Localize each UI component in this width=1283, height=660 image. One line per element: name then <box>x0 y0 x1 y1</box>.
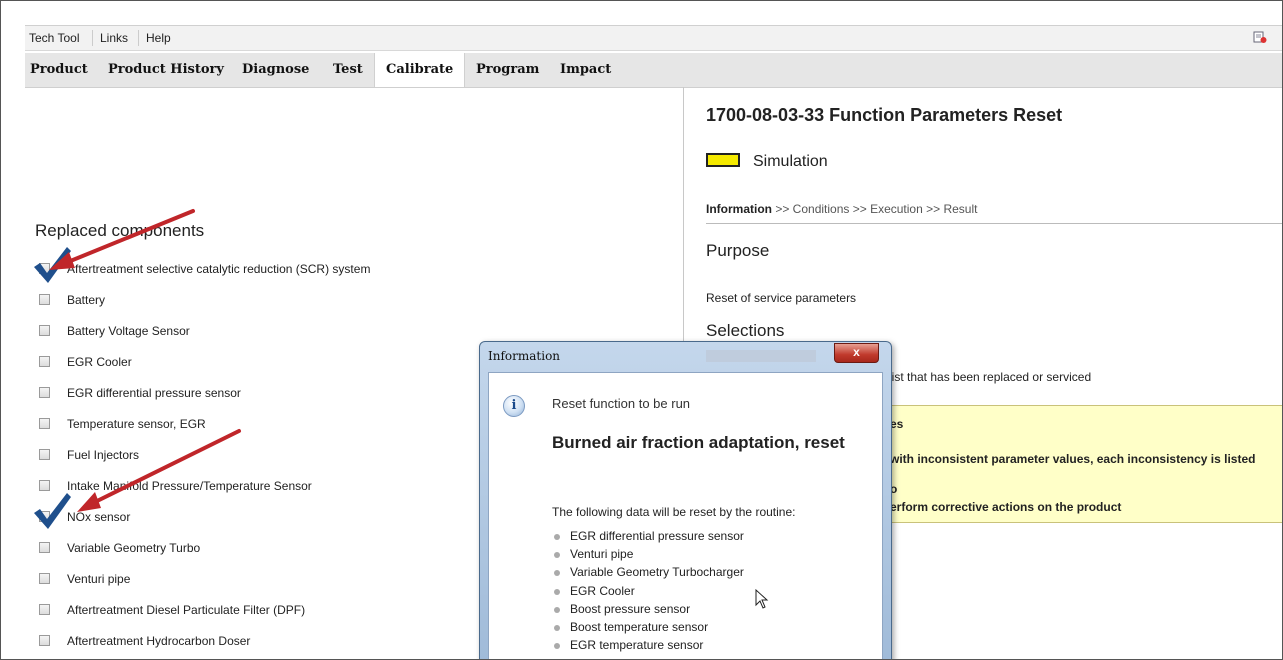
bullet-icon <box>554 570 560 577</box>
list-item: Variable Geometry Turbocharger <box>552 565 744 583</box>
step-current: Information <box>706 202 772 216</box>
component-label: EGR differential pressure sensor <box>67 386 241 400</box>
list-item-label: Venturi pipe <box>570 547 634 562</box>
reset-data-list: EGR differential pressure sensor Venturi… <box>552 529 744 656</box>
list-item-label: Boost pressure sensor <box>570 601 691 616</box>
step-breadcrumb: Information >> Conditions >> Execution >… <box>706 202 977 216</box>
notice-line: es <box>890 417 904 431</box>
close-icon[interactable]: x <box>834 343 879 363</box>
dialog-title: Information <box>488 349 561 363</box>
bullet-icon <box>554 534 560 540</box>
menu-help[interactable]: Help <box>146 31 171 45</box>
component-label: Aftertreatment Diesel Particulate Filter… <box>67 603 306 617</box>
menu-bar: Tech Tool Links Help To <box>25 25 1282 51</box>
list-item: Boost temperature sensor <box>552 620 744 638</box>
component-checkbox[interactable] <box>39 480 50 491</box>
list-item: EGR differential pressure sensor <box>552 529 744 547</box>
list-item: Boost pressure sensor <box>552 602 744 620</box>
list-item-label: EGR Cooler <box>570 583 635 598</box>
dialog-body: i Reset function to be run Burned air fr… <box>488 372 883 659</box>
list-item-label: EGR temperature sensor <box>570 638 704 653</box>
component-checkbox[interactable] <box>39 356 50 367</box>
notice-line: erform corrective actions on the product <box>890 500 1122 514</box>
list-item[interactable]: Battery Voltage Sensor <box>39 323 639 343</box>
tab-calibrate[interactable]: Calibrate <box>374 53 466 87</box>
dialog-subtitle: Reset function to be run <box>552 396 691 411</box>
notification-icon[interactable] <box>1253 30 1267 44</box>
component-label: Battery Voltage Sensor <box>67 324 190 338</box>
component-checkbox[interactable] <box>39 294 50 305</box>
list-item: EGR Cooler <box>552 584 744 602</box>
notice-box: es with inconsistent parameter values, e… <box>885 405 1282 523</box>
component-checkbox[interactable] <box>39 542 50 553</box>
purpose-heading: Purpose <box>706 241 770 260</box>
bullet-icon <box>554 624 560 631</box>
component-label: EGR Cooler <box>67 355 132 369</box>
list-item-label: EGR differential pressure sensor <box>570 529 744 543</box>
tab-product[interactable]: Product <box>19 53 99 87</box>
notice-line: with inconsistent parameter values, each… <box>890 452 1256 466</box>
bullet-icon <box>554 643 560 650</box>
bullet-icon <box>554 606 560 613</box>
bullet-icon <box>554 588 560 595</box>
component-label: Battery <box>67 293 106 307</box>
list-item-label: Variable Geometry Turbocharger <box>570 565 744 580</box>
menu-separator <box>138 30 139 46</box>
component-checkbox[interactable] <box>39 573 50 584</box>
annotation-arrow <box>77 429 241 512</box>
component-checkbox[interactable] <box>39 604 50 615</box>
simulation-indicator <box>706 153 740 167</box>
component-checkbox[interactable] <box>39 635 50 646</box>
menu-separator <box>92 30 93 46</box>
component-checkbox[interactable] <box>39 449 50 460</box>
selections-heading: Selections <box>706 321 785 340</box>
menu-links[interactable]: Links <box>100 31 128 45</box>
step-rest: >> Conditions >> Execution >> Result <box>772 202 978 216</box>
mouse-cursor-icon <box>755 589 769 609</box>
tab-diagnose[interactable]: Diagnose <box>231 53 320 87</box>
purpose-text: Reset of service parameters <box>706 291 857 305</box>
component-checkbox[interactable] <box>39 325 50 336</box>
component-label: Aftertreatment Hydrocarbon Doser <box>67 634 251 648</box>
tab-product-history[interactable]: Product History <box>97 53 235 87</box>
main-tab-bar: Product Product History Diagnose Test Ca… <box>25 53 1282 88</box>
dialog-description: The following data will be reset by the … <box>552 505 796 519</box>
info-icon: i <box>503 395 525 417</box>
component-label: Variable Geometry Turbo <box>67 541 201 555</box>
menu-tech-tool[interactable]: Tech Tool <box>29 31 79 45</box>
simulation-label: Simulation <box>753 153 828 170</box>
component-checkbox[interactable] <box>39 387 50 398</box>
tab-test[interactable]: Test <box>322 53 374 87</box>
tab-impact[interactable]: Impact <box>549 53 622 87</box>
information-dialog: Information x i Reset function to be run… <box>479 341 892 659</box>
list-item[interactable]: Battery <box>39 292 639 312</box>
dialog-heading: Burned air fraction adaptation, reset <box>552 433 845 452</box>
list-item-label: Boost temperature sensor <box>570 619 709 634</box>
component-checkbox[interactable] <box>39 418 50 429</box>
checkmark-icon <box>34 493 71 529</box>
function-title: 1700-08-03-33 Function Parameters Reset <box>706 105 1063 125</box>
list-item: EGR temperature sensor <box>552 638 744 656</box>
bullet-icon <box>554 552 560 559</box>
app-window: Tech Tool Links Help To Product Product … <box>0 0 1283 660</box>
list-item: Venturi pipe <box>552 547 744 565</box>
dialog-obscured-text <box>706 350 816 362</box>
divider <box>706 223 1282 224</box>
component-label: Venturi pipe <box>67 572 131 586</box>
annotation-arrow <box>49 209 195 270</box>
tab-program[interactable]: Program <box>465 53 550 87</box>
selections-text: list that has been replaced or serviced <box>889 370 1092 384</box>
